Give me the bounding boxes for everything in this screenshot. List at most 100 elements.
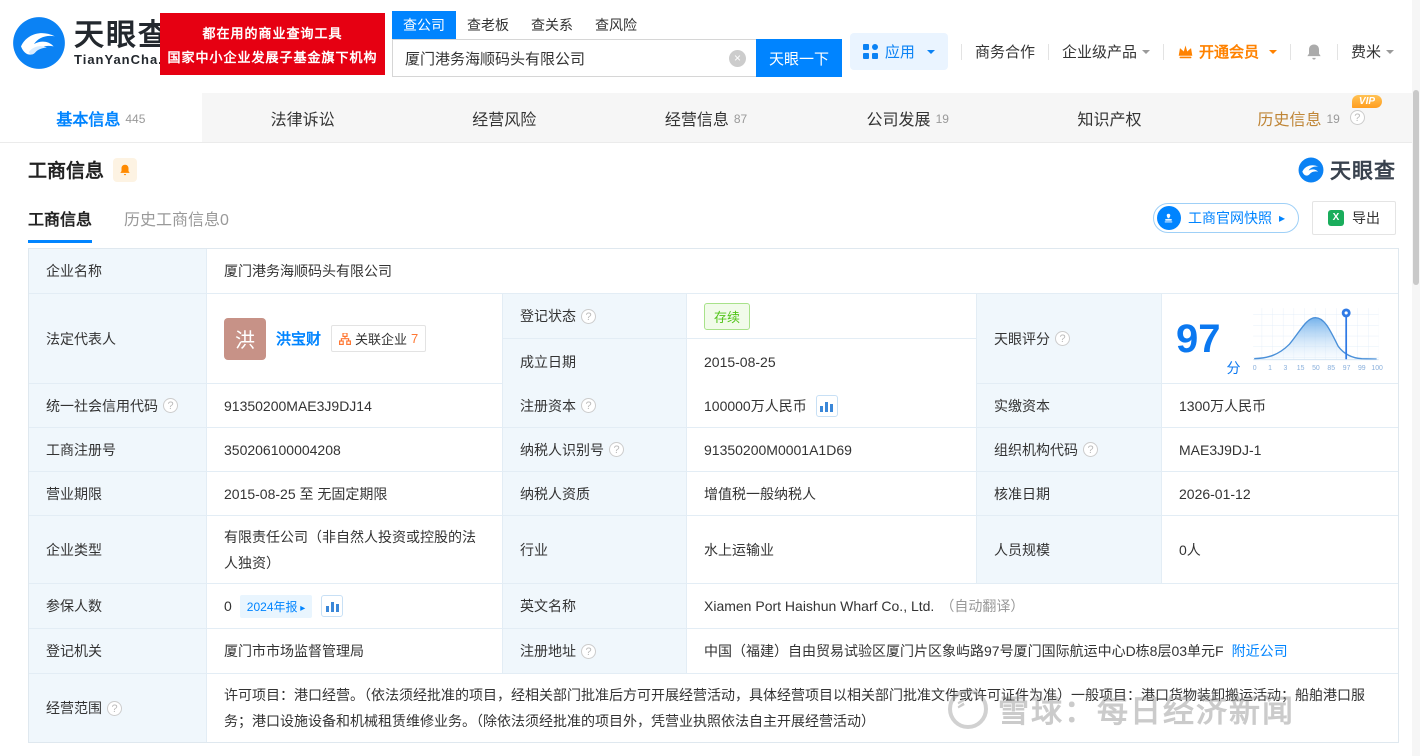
nav-cooperation[interactable]: 商务合作 bbox=[975, 41, 1035, 62]
slogan-line1: 都在用的商业查询工具 bbox=[202, 25, 343, 41]
svg-text:1: 1 bbox=[1268, 364, 1272, 371]
chevron-down-icon bbox=[1386, 49, 1394, 58]
page: 天眼查 TianYanCha.com 都在用的商业查询工具 国家中小企业发展子基… bbox=[0, 0, 1420, 756]
business-info-table: 企业名称 厦门港务海顺码头有限公司 法定代表人 洪 洪宝财 关联企业 7 登记状… bbox=[28, 248, 1399, 743]
nearby-companies-link[interactable]: 附近公司 bbox=[1232, 641, 1288, 661]
export-button[interactable]: 导出 bbox=[1312, 201, 1396, 235]
tab-company-development[interactable]: 公司发展 19 bbox=[807, 93, 1009, 142]
svg-text:100: 100 bbox=[1371, 364, 1383, 371]
nav-open-vip[interactable]: 开通会员 bbox=[1177, 41, 1277, 62]
help-icon[interactable] bbox=[107, 700, 122, 716]
help-icon[interactable] bbox=[1349, 110, 1365, 125]
subscribe-bell-button[interactable] bbox=[113, 157, 138, 182]
tianyancha-logo-icon bbox=[13, 17, 65, 69]
crown-icon bbox=[1178, 45, 1193, 59]
field-value-company-type: 有限责任公司（非自然人投资或控股的法人独资） bbox=[207, 516, 503, 584]
org-chart-icon bbox=[339, 332, 352, 345]
help-icon[interactable] bbox=[1055, 331, 1070, 346]
section-title: 工商信息 bbox=[28, 161, 105, 182]
tab-intellectual-property[interactable]: 知识产权 bbox=[1009, 93, 1211, 142]
field-value-company-name: 厦门港务海顺码头有限公司 bbox=[207, 249, 1398, 294]
field-value-legal-rep: 洪 洪宝财 关联企业 7 bbox=[207, 294, 503, 384]
apps-grid-icon bbox=[862, 44, 878, 59]
search-tab-relation[interactable]: 查关系 bbox=[520, 11, 584, 39]
field-label-business-term: 营业期限 bbox=[29, 472, 207, 516]
nav-enterprise[interactable]: 企业级产品 bbox=[1062, 41, 1150, 62]
search-input[interactable] bbox=[392, 39, 756, 77]
help-icon[interactable] bbox=[581, 308, 596, 324]
field-value-business-scope: 许可项目：港口经营。（依法须经批准的项目，经相关部门批准后方可开展经营活动，具体… bbox=[224, 687, 1365, 729]
divider bbox=[1162, 43, 1164, 60]
tab-basic-info[interactable]: 基本信息 445 bbox=[0, 93, 202, 142]
company-tabbar: 基本信息 445 法律诉讼 经营风险 经营信息 87 公司发展 19 知识产权 … bbox=[0, 93, 1412, 143]
scrollbar-track[interactable] bbox=[1412, 0, 1420, 756]
help-icon[interactable] bbox=[163, 398, 178, 413]
field-label-establish-date: 成立日期 bbox=[503, 339, 687, 384]
search-tab-boss[interactable]: 查老板 bbox=[456, 11, 520, 39]
field-value-reg-address: 中国（福建）自由贸易试验区厦门片区象屿路97号厦门国际航运中心D栋8层03单元F… bbox=[687, 629, 1398, 674]
tab-operation-risk[interactable]: 经营风险 bbox=[403, 93, 605, 142]
field-label-paid-capital: 实缴资本 bbox=[977, 384, 1162, 428]
notification-bell-icon[interactable] bbox=[1304, 42, 1324, 62]
help-icon[interactable] bbox=[1083, 442, 1098, 457]
slogan-banner: 都在用的商业查询工具 国家中小企业发展子基金旗下机构 bbox=[160, 13, 385, 75]
tab-legal[interactable]: 法律诉讼 bbox=[202, 93, 404, 142]
search-button[interactable]: 天眼一下 bbox=[756, 39, 842, 77]
score-unit: 分 bbox=[1226, 360, 1241, 376]
field-label-reg-address: 注册地址 bbox=[503, 629, 687, 674]
score-number: 97 bbox=[1176, 316, 1221, 361]
legal-rep-name-link[interactable]: 洪宝财 bbox=[276, 328, 321, 349]
nav-user[interactable]: 费米 bbox=[1351, 41, 1394, 62]
field-label-company-type: 企业类型 bbox=[29, 516, 207, 584]
field-label-english-name: 英文名称 bbox=[503, 584, 687, 629]
field-label-taxpayer-quality: 纳税人资质 bbox=[503, 472, 687, 516]
nav-apps[interactable]: 应用 bbox=[849, 33, 948, 70]
bell-icon bbox=[120, 164, 130, 175]
field-label-reg-capital: 注册资本 bbox=[503, 384, 687, 428]
help-icon[interactable] bbox=[609, 442, 624, 457]
field-label-taxpayer-id: 纳税人识别号 bbox=[503, 428, 687, 472]
field-label-staff-size: 人员规模 bbox=[977, 516, 1162, 584]
annual-report-badge[interactable]: 2024年报 bbox=[239, 594, 313, 618]
subtab-history-business-info[interactable]: 历史工商信息0 bbox=[124, 206, 229, 243]
field-value-taxpayer-id: 91350200M0001A1D69 bbox=[687, 428, 977, 472]
legal-rep-avatar[interactable]: 洪 bbox=[224, 317, 266, 360]
field-label-legal-rep: 法定代表人 bbox=[29, 294, 207, 384]
header: 天眼查 TianYanCha.com 都在用的商业查询工具 国家中小企业发展子基… bbox=[0, 0, 1412, 93]
divider bbox=[1336, 43, 1338, 60]
stamp-icon bbox=[1156, 206, 1181, 230]
field-label-company-name: 企业名称 bbox=[29, 249, 207, 294]
vip-badge: VIP bbox=[1351, 95, 1383, 108]
field-value-credit-code: 91350200MAE3J9DJ14 bbox=[207, 384, 503, 428]
field-label-reg-status: 登记状态 bbox=[503, 294, 687, 339]
tab-history-info[interactable]: 历史信息 19 VIP bbox=[1210, 93, 1412, 142]
capital-chart-icon[interactable] bbox=[815, 394, 838, 417]
search-tab-risk[interactable]: 查风险 bbox=[584, 11, 648, 39]
subtab-business-info[interactable]: 工商信息 bbox=[28, 206, 93, 243]
field-value-staff-size: 0人 bbox=[1162, 516, 1398, 584]
help-icon[interactable] bbox=[581, 398, 596, 413]
svg-text:3: 3 bbox=[1283, 364, 1287, 371]
insured-chart-icon[interactable] bbox=[321, 595, 344, 617]
official-snapshot-button[interactable]: 工商官网快照 bbox=[1152, 203, 1299, 233]
related-companies-badge[interactable]: 关联企业 7 bbox=[331, 325, 427, 352]
scrollbar-thumb[interactable] bbox=[1413, 90, 1419, 285]
svg-text:50: 50 bbox=[1312, 364, 1320, 371]
search-area: 查公司 查老板 查关系 查风险 天眼一下 bbox=[392, 11, 842, 77]
clear-search-icon[interactable] bbox=[729, 50, 746, 67]
field-value-industry: 水上运输业 bbox=[687, 516, 977, 584]
svg-text:85: 85 bbox=[1327, 364, 1335, 371]
top-nav: 应用 商务合作 企业级产品 开通会员 费米 bbox=[849, 33, 1394, 70]
tab-operation-info[interactable]: 经营信息 87 bbox=[605, 93, 807, 142]
chevron-down-icon bbox=[1268, 49, 1277, 58]
field-value-taxpayer-quality: 增值税一般纳税人 bbox=[687, 472, 977, 516]
field-label-approval-date: 核准日期 bbox=[977, 472, 1162, 516]
section-subtabs: 工商信息 历史工商信息0 bbox=[28, 206, 229, 243]
field-value-score: 97 分 0 1 3 15 50 85 97 99 100 bbox=[1162, 294, 1398, 384]
slogan-line2: 国家中小企业发展子基金旗下机构 bbox=[167, 49, 378, 65]
search-tab-company[interactable]: 查公司 bbox=[392, 11, 456, 39]
section-watermark-logo: 天眼查 bbox=[1298, 155, 1396, 185]
chevron-down-icon bbox=[926, 49, 935, 58]
help-icon[interactable] bbox=[581, 643, 596, 659]
excel-icon bbox=[1328, 210, 1344, 226]
